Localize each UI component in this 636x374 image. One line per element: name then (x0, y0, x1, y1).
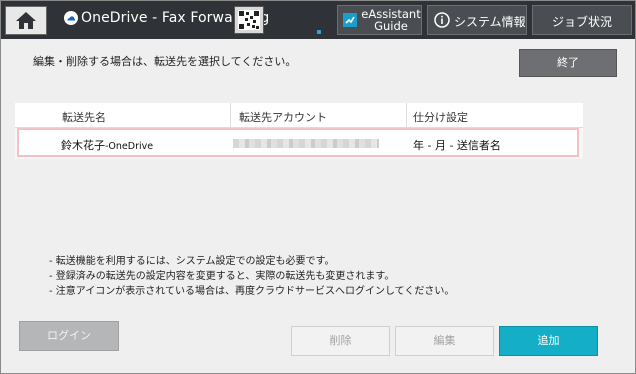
note-line: - 転送機能を利用するには、システム設定での設定も必要です。 (49, 256, 335, 267)
column-header-account: 転送先アカウント (239, 111, 327, 124)
instruction-text: 編集・削除する場合は、転送先を選択してください。 (33, 55, 297, 68)
system-info-label: システム情報 (454, 15, 526, 29)
eassistant-label: eAssistant Guide (361, 7, 421, 33)
top-bar: OneDrive - Fax Forwarding eAssistant Gui… (1, 1, 635, 39)
job-status-button[interactable]: ジョブ状況 (532, 5, 632, 35)
home-button[interactable] (5, 6, 47, 35)
delete-button[interactable]: 削除 (291, 326, 390, 356)
eassistant-icon (343, 13, 357, 27)
qr-code-icon[interactable] (234, 6, 264, 34)
add-button[interactable]: 追加 (499, 326, 598, 356)
column-divider (230, 103, 231, 127)
column-divider (406, 103, 407, 127)
end-button[interactable]: 終了 (519, 49, 617, 77)
notes: - 転送機能を利用するには、システム設定での設定も必要です。 - 登録済みの転送… (49, 254, 454, 299)
system-info-button[interactable]: システム情報 (427, 5, 527, 35)
info-icon (434, 12, 450, 28)
note-line: - 注意アイコンが表示されている場合は、再度クラウドサービスへログインしてくださ… (49, 286, 455, 297)
status-indicator (317, 30, 321, 34)
edit-button[interactable]: 編集 (395, 326, 494, 356)
note-line: - 登録済みの転送先の設定内容を変更すると、実際の転送先も変更されます。 (49, 271, 395, 282)
destination-account-redacted (233, 139, 379, 148)
destination-name: 鈴木花子-OneDrive (61, 139, 154, 152)
destination-table: 転送先名 転送先アカウント 仕分け設定 鈴木花子-OneDrive 年 - 月 … (15, 103, 583, 159)
job-status-label: ジョブ状況 (551, 15, 612, 29)
eassistant-guide-button[interactable]: eAssistant Guide (337, 5, 422, 35)
sort-setting: 年 - 月 - 送信者名 (413, 139, 501, 152)
column-header-sort: 仕分け設定 (413, 111, 468, 124)
app-window: OneDrive - Fax Forwarding eAssistant Gui… (0, 0, 636, 374)
table-header: 転送先名 転送先アカウント 仕分け設定 (15, 103, 583, 128)
login-button[interactable]: ログイン (19, 321, 119, 351)
table-row[interactable]: 鈴木花子-OneDrive 年 - 月 - 送信者名 (17, 128, 579, 157)
column-header-name: 転送先名 (62, 111, 106, 124)
home-icon (16, 12, 36, 29)
